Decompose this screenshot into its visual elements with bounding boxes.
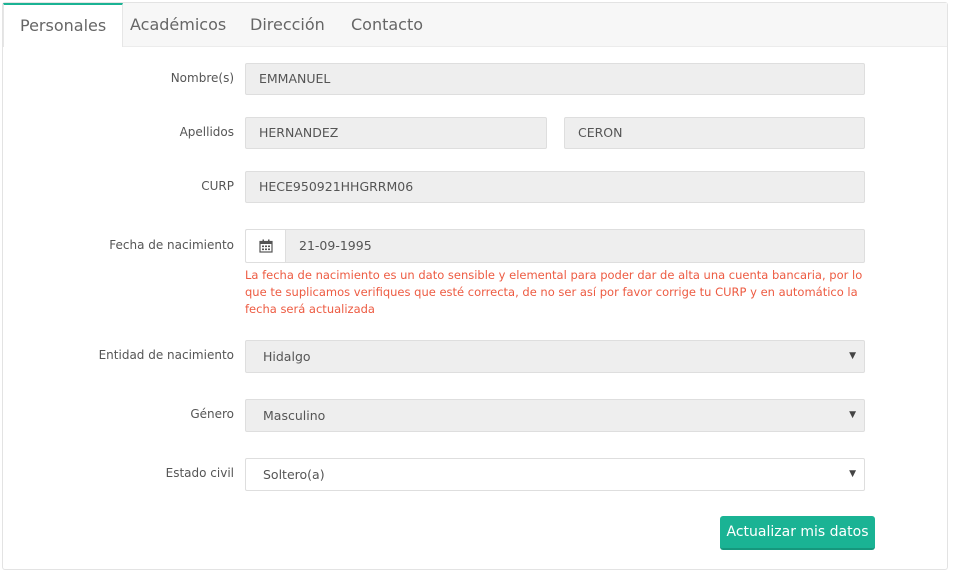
genero-value: Masculino [263,408,326,423]
apellidos-label: Apellidos [179,125,234,139]
entidad-select[interactable]: Hidalgo ▼ [245,340,865,373]
nombre-label: Nombre(s) [170,71,234,85]
estado-civil-value: Soltero(a) [263,467,325,482]
tab-contacto[interactable]: Contacto [335,3,439,46]
apellido-materno-field[interactable]: CERON [564,117,865,149]
actualizar-datos-button[interactable]: Actualizar mis datos [720,516,875,550]
chevron-down-icon: ▼ [849,410,856,420]
fecha-label: Fecha de nacimiento [109,238,234,252]
genero-select[interactable]: Masculino ▼ [245,399,865,432]
tab-personales[interactable]: Personales [3,3,124,47]
tab-direccion[interactable]: Dirección [234,3,341,46]
chevron-down-icon: ▼ [849,469,856,479]
fecha-hint: La fecha de nacimiento es un dato sensib… [245,268,863,316]
entidad-label: Entidad de nacimiento [98,348,234,362]
apellido-paterno-field[interactable]: HERNANDEZ [245,117,547,149]
curp-label: CURP [201,179,234,193]
tab-academicos[interactable]: Académicos [114,3,242,46]
nombre-field[interactable]: EMMANUEL [245,63,865,95]
fecha-field[interactable]: 21-09-1995 [285,229,865,263]
calendar-button[interactable] [245,229,285,263]
calendar-icon [258,239,273,253]
entidad-value: Hidalgo [263,349,311,364]
curp-field[interactable]: HECE950921HHGRRM06 [245,171,865,203]
estado-civil-select[interactable]: Soltero(a) ▼ [245,458,865,491]
genero-label: Género [190,407,234,421]
tab-bar: Personales Académicos Dirección Contacto [3,3,947,47]
chevron-down-icon: ▼ [849,351,856,361]
estado-civil-label: Estado civil [165,466,234,480]
